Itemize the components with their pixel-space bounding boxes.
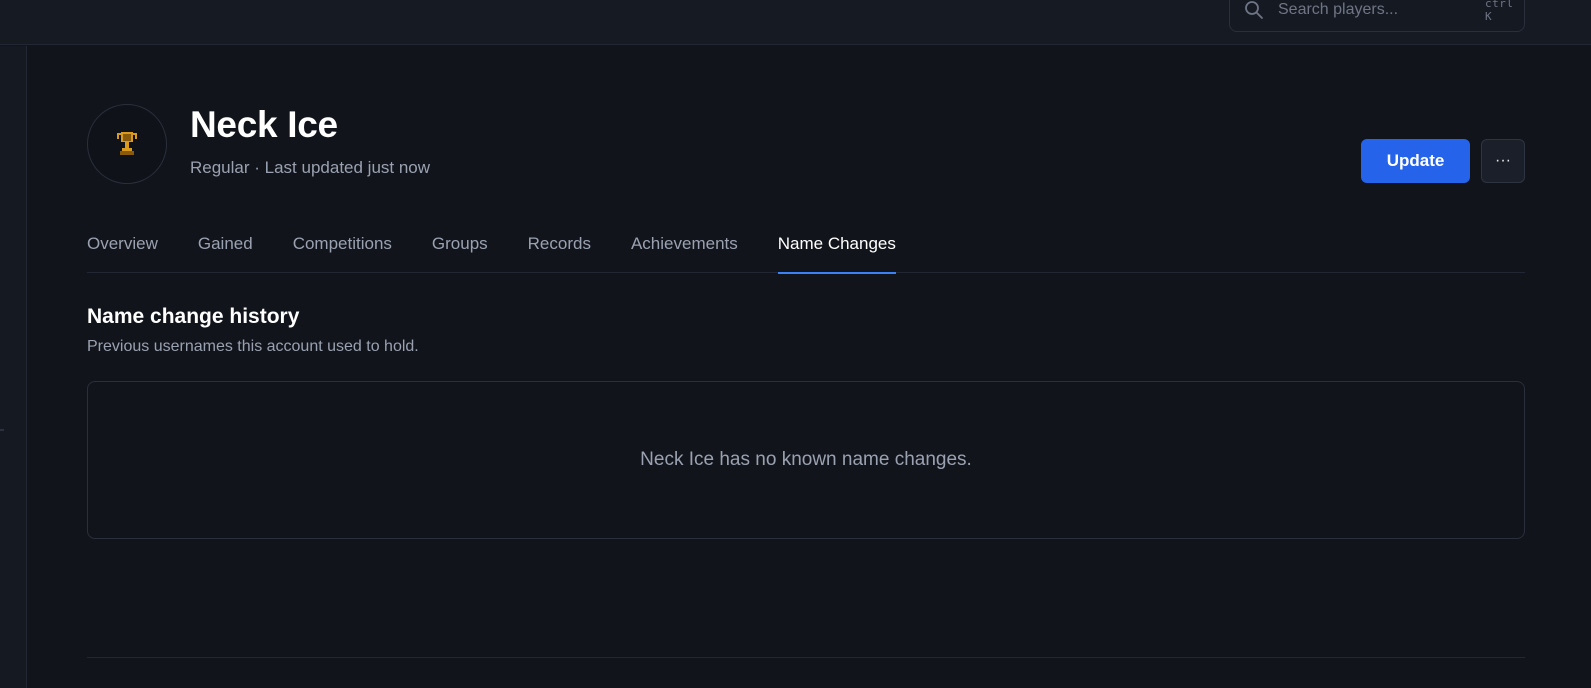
section-title: Name change history	[87, 305, 300, 328]
player-subtitle: Regular · Last updated just now	[190, 158, 431, 177]
tab-achievements[interactable]: Achievements	[631, 220, 738, 273]
empty-message: Neck Ice has no known name changes.	[640, 449, 972, 470]
sidebar-tick	[0, 429, 4, 431]
sidebar	[0, 46, 27, 688]
tab-overview[interactable]: Overview	[87, 220, 158, 273]
tab-groups[interactable]: Groups	[432, 220, 488, 273]
player-search[interactable]: ctrl K	[1229, 0, 1525, 32]
divider	[87, 657, 1525, 658]
tab-competitions[interactable]: Competitions	[293, 220, 392, 273]
player-name: Neck Ice	[190, 104, 338, 145]
search-input[interactable]	[1278, 1, 1485, 19]
tab-records[interactable]: Records	[528, 220, 591, 273]
top-bar: ctrl K	[0, 0, 1591, 45]
tab-name-changes[interactable]: Name Changes	[777, 220, 897, 274]
search-icon	[1245, 1, 1263, 19]
search-shortcut-hint: ctrl K	[1485, 0, 1514, 23]
profile-tabs: Overview Gained Competitions Groups Reco…	[87, 220, 1525, 274]
more-options-button[interactable]: ···	[1481, 139, 1525, 183]
trophy-icon	[117, 132, 137, 155]
section-description: Previous usernames this account used to …	[87, 338, 419, 355]
tab-gained[interactable]: Gained	[198, 220, 253, 273]
name-changes-empty-state: Neck Ice has no known name changes.	[87, 381, 1525, 539]
update-button[interactable]: Update	[1361, 139, 1470, 183]
more-icon: ···	[1495, 152, 1511, 169]
player-avatar	[87, 104, 167, 184]
